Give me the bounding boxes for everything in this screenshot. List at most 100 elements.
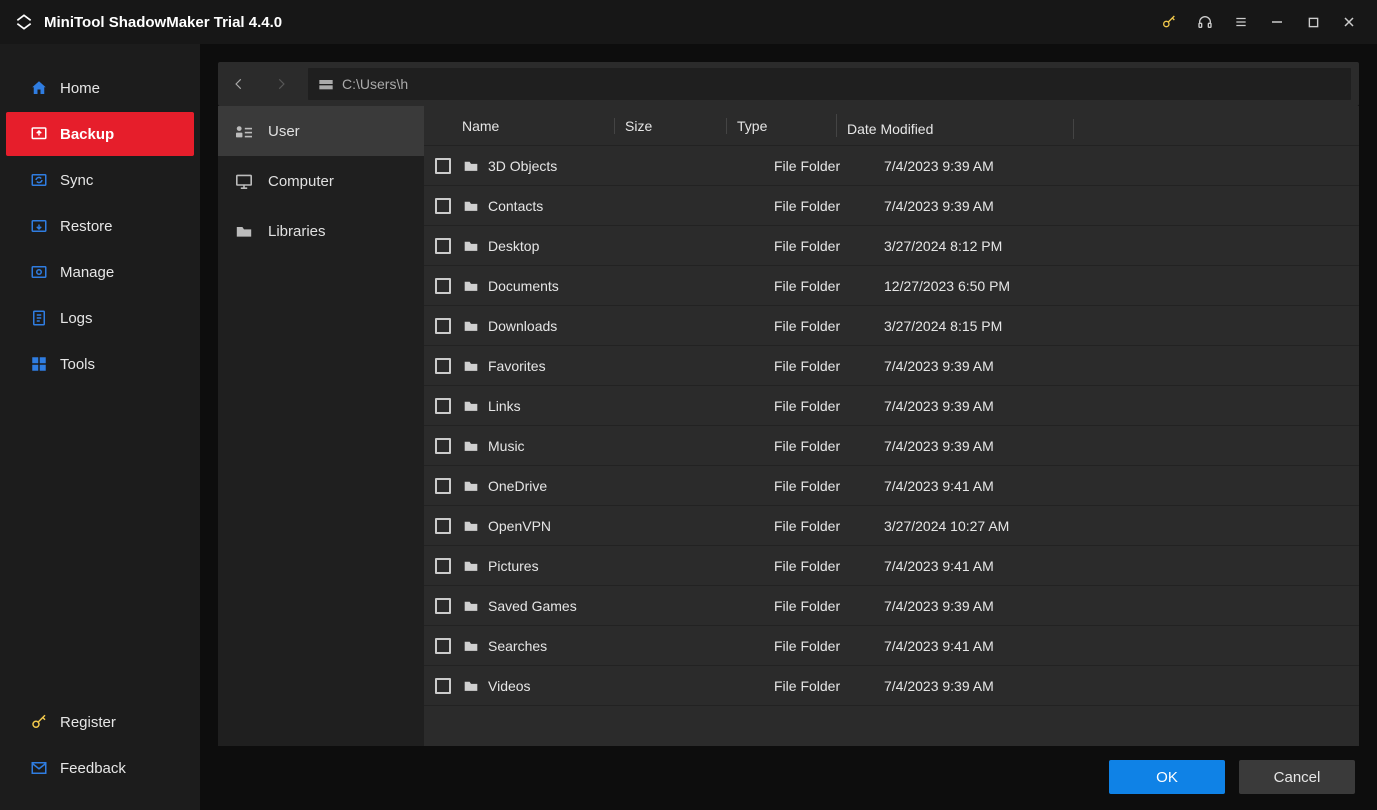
file-row[interactable]: LinksFile Folder7/4/2023 9:39 AM	[424, 386, 1359, 426]
row-checkbox[interactable]	[424, 678, 462, 694]
row-checkbox[interactable]	[424, 238, 462, 254]
sidebar-item-home[interactable]: Home	[6, 66, 194, 110]
file-row[interactable]: DesktopFile Folder3/27/2024 8:12 PM	[424, 226, 1359, 266]
file-name: Videos	[488, 678, 531, 694]
sync-icon	[30, 171, 48, 189]
file-row[interactable]: 3D Objects File Folder7/4/2023 9:39 AM	[424, 146, 1359, 186]
headphones-icon[interactable]	[1187, 7, 1223, 37]
file-name: Desktop	[488, 238, 539, 254]
row-checkbox[interactable]	[424, 638, 462, 654]
file-row[interactable]: DocumentsFile Folder12/27/2023 6:50 PM	[424, 266, 1359, 306]
folder-icon	[462, 279, 480, 293]
sidebar-item-tools[interactable]: Tools	[6, 342, 194, 386]
file-type: File Folder	[764, 158, 874, 174]
file-type: File Folder	[764, 198, 874, 214]
file-row[interactable]: MusicFile Folder7/4/2023 9:39 AM	[424, 426, 1359, 466]
col-type[interactable]: Type	[726, 118, 836, 134]
ok-button[interactable]: OK	[1109, 760, 1225, 794]
col-name[interactable]: Name	[424, 118, 614, 134]
file-header[interactable]: Name Size Type Date Modified	[424, 106, 1359, 146]
file-row[interactable]: VideosFile Folder7/4/2023 9:39 AM	[424, 666, 1359, 706]
folder-icon	[462, 359, 480, 373]
file-date: 3/27/2024 8:12 PM	[874, 238, 1359, 254]
row-checkbox[interactable]	[424, 438, 462, 454]
file-list[interactable]: Name Size Type Date Modified 3D Objects F…	[424, 106, 1359, 746]
sidebar-label-manage: Manage	[60, 264, 114, 281]
sidebar-item-restore[interactable]: Restore	[6, 204, 194, 248]
file-name: Music	[488, 438, 525, 454]
menu-icon[interactable]	[1223, 7, 1259, 37]
forward-button[interactable]	[260, 62, 302, 106]
mail-icon	[30, 759, 48, 777]
file-row[interactable]: DownloadsFile Folder3/27/2024 8:15 PM	[424, 306, 1359, 346]
file-date: 7/4/2023 9:41 AM	[874, 478, 1359, 494]
sidebar-item-manage[interactable]: Manage	[6, 250, 194, 294]
file-name: Downloads	[488, 318, 557, 334]
titlebar-right	[1151, 7, 1367, 37]
sidebar-item-backup[interactable]: Backup	[6, 112, 194, 156]
tree-item-computer[interactable]: Computer	[218, 156, 424, 206]
row-checkbox[interactable]	[424, 478, 462, 494]
row-checkbox[interactable]	[424, 518, 462, 534]
maximize-button[interactable]	[1295, 7, 1331, 37]
file-date: 12/27/2023 6:50 PM	[874, 278, 1359, 294]
file-date: 7/4/2023 9:39 AM	[874, 398, 1359, 414]
sidebar-label-sync: Sync	[60, 172, 93, 189]
sidebar-item-sync[interactable]: Sync	[6, 158, 194, 202]
file-row[interactable]: Saved GamesFile Folder7/4/2023 9:39 AM	[424, 586, 1359, 626]
sidebar-label-feedback: Feedback	[60, 760, 126, 777]
sidebar-label-backup: Backup	[60, 126, 114, 143]
row-checkbox[interactable]	[424, 158, 462, 174]
back-button[interactable]	[218, 62, 260, 106]
file-type: File Folder	[764, 278, 874, 294]
file-row[interactable]: OneDriveFile Folder7/4/2023 9:41 AM	[424, 466, 1359, 506]
file-date: 7/4/2023 9:39 AM	[874, 158, 1359, 174]
row-checkbox[interactable]	[424, 278, 462, 294]
path-bar: C:\Users\h	[218, 62, 1359, 106]
sidebar-label-home: Home	[60, 80, 100, 97]
row-checkbox[interactable]	[424, 318, 462, 334]
tree-item-user[interactable]: User	[218, 106, 424, 156]
col-date[interactable]: Date Modified	[836, 114, 1359, 137]
file-date: 3/27/2024 10:27 AM	[874, 518, 1359, 534]
row-checkbox[interactable]	[424, 598, 462, 614]
file-name: Contacts	[488, 198, 543, 214]
close-button[interactable]	[1331, 7, 1367, 37]
file-row[interactable]: PicturesFile Folder7/4/2023 9:41 AM	[424, 546, 1359, 586]
tree-label-libraries: Libraries	[268, 223, 326, 240]
sidebar-item-register[interactable]: Register	[6, 700, 194, 744]
folder-icon	[462, 679, 480, 693]
file-name: 3D Objects	[488, 158, 557, 174]
row-checkbox[interactable]	[424, 398, 462, 414]
path-input[interactable]: C:\Users\h	[308, 68, 1351, 100]
file-type: File Folder	[764, 478, 874, 494]
file-date: 7/4/2023 9:39 AM	[874, 598, 1359, 614]
file-row[interactable]: Contacts File Folder7/4/2023 9:39 AM	[424, 186, 1359, 226]
row-checkbox[interactable]	[424, 198, 462, 214]
tree-item-libraries[interactable]: Libraries	[218, 206, 424, 256]
row-checkbox[interactable]	[424, 358, 462, 374]
files-wrap: Name Size Type Date Modified 3D Objects F…	[424, 106, 1359, 746]
sidebar-item-logs[interactable]: Logs	[6, 296, 194, 340]
libraries-icon	[234, 223, 254, 239]
sidebar-item-feedback[interactable]: Feedback	[6, 746, 194, 790]
folder-icon	[462, 479, 480, 493]
drive-icon	[318, 77, 334, 91]
backup-icon	[30, 125, 48, 143]
sidebar-label-register: Register	[60, 714, 116, 731]
register-key-icon[interactable]	[1151, 7, 1187, 37]
file-row[interactable]: OpenVPNFile Folder3/27/2024 10:27 AM	[424, 506, 1359, 546]
minimize-button[interactable]	[1259, 7, 1295, 37]
logs-icon	[30, 309, 48, 327]
file-row[interactable]: SearchesFile Folder7/4/2023 9:41 AM	[424, 626, 1359, 666]
cancel-button[interactable]: Cancel	[1239, 760, 1355, 794]
sidebar-label-logs: Logs	[60, 310, 93, 327]
app-body: Home Backup Sync Restore Manage	[0, 44, 1377, 810]
file-date: 7/4/2023 9:39 AM	[874, 198, 1359, 214]
row-checkbox[interactable]	[424, 558, 462, 574]
file-row[interactable]: FavoritesFile Folder7/4/2023 9:39 AM	[424, 346, 1359, 386]
content: C:\Users\h User Computer	[200, 44, 1377, 810]
folder-icon	[462, 439, 480, 453]
file-name: Saved Games	[488, 598, 577, 614]
col-size[interactable]: Size	[614, 118, 726, 134]
